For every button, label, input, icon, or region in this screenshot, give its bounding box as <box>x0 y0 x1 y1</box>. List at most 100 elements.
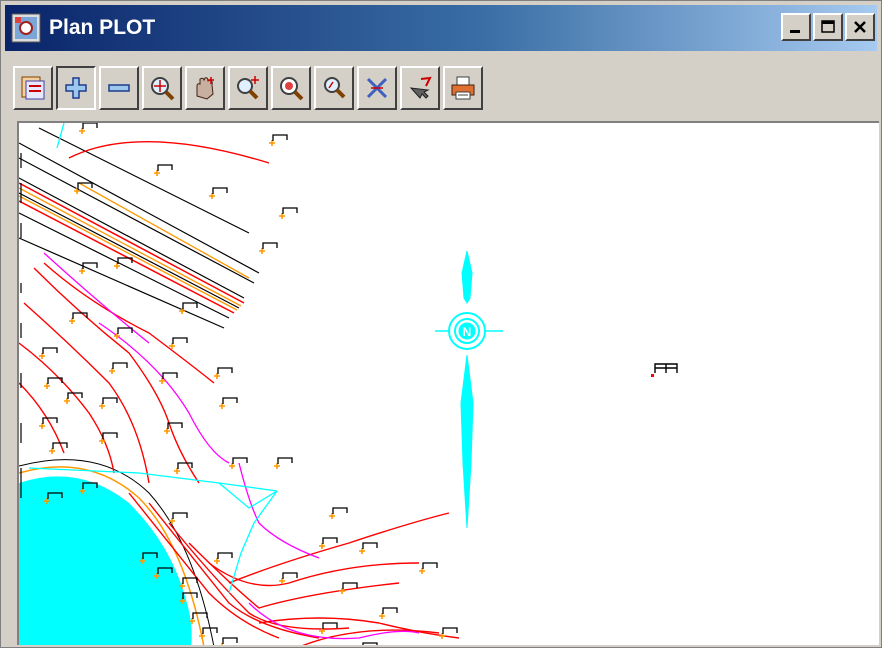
spot-label-marker <box>382 607 398 614</box>
spot-plus-marker <box>154 170 160 176</box>
close-button[interactable] <box>845 13 875 41</box>
plot-menu-icon <box>21 76 45 100</box>
remove-button[interactable] <box>99 66 139 110</box>
spot-plus-marker <box>274 463 280 469</box>
spot-label-marker <box>362 642 378 645</box>
spot-label-marker <box>222 637 238 644</box>
minimize-button[interactable] <box>781 13 811 41</box>
spot-plus-marker <box>221 643 223 645</box>
spot-plus-marker <box>174 468 180 474</box>
spot-plus-marker <box>79 268 85 274</box>
pick-arrow-icon <box>409 76 432 99</box>
zoom-window-icon <box>280 77 304 101</box>
spot-plus-marker <box>69 318 75 324</box>
north-arrow: N <box>435 250 503 529</box>
plan-drawing: N <box>19 123 678 645</box>
spot-plus-marker <box>214 558 220 564</box>
spot-label-marker <box>82 123 98 129</box>
north-label: N <box>463 325 472 339</box>
spot-label-marker <box>422 562 438 569</box>
zoom-out-button[interactable] <box>314 66 354 110</box>
zoom-in-button[interactable] <box>228 66 268 110</box>
spot-label-marker <box>162 372 178 379</box>
spot-label-marker <box>102 432 118 439</box>
spot-label-marker <box>362 542 378 549</box>
spot-plus-marker <box>199 633 205 639</box>
zoom-out-icon <box>324 77 346 99</box>
spot-plus-marker <box>214 373 220 379</box>
spot-plus-marker <box>114 263 120 269</box>
spot-plus-marker <box>39 353 45 359</box>
toolbar <box>13 61 483 115</box>
spot-plus-marker <box>329 513 335 519</box>
minimize-icon <box>790 30 800 33</box>
spot-label-marker <box>332 507 348 514</box>
spot-label-marker <box>322 537 338 544</box>
zoom-window-button[interactable] <box>271 66 311 110</box>
pan-hand-icon <box>196 77 214 100</box>
spot-label-marker <box>232 457 248 464</box>
spot-label-marker <box>442 627 458 634</box>
maximize-button[interactable] <box>813 13 843 41</box>
plan-plot-window: Plan PLOT N <box>0 0 882 648</box>
spot-label-marker <box>222 397 238 404</box>
cancel-button[interactable] <box>357 66 397 110</box>
spot-label-marker <box>217 552 233 559</box>
spot-label-marker <box>182 577 198 584</box>
plus-icon <box>65 77 87 99</box>
spot-plus-marker <box>269 140 275 146</box>
spot-plus-marker <box>319 543 325 549</box>
spot-plus-marker <box>64 398 70 404</box>
zoom-in-icon <box>237 76 259 100</box>
spot-plus-marker <box>39 423 45 429</box>
zoom-extents-icon <box>151 77 175 101</box>
pan-button[interactable] <box>185 66 225 110</box>
spot-plus-marker <box>49 448 55 454</box>
add-button[interactable] <box>56 66 96 110</box>
spot-plus-marker <box>74 188 80 194</box>
spot-plus-marker <box>259 248 265 254</box>
spot-label-marker <box>172 512 188 519</box>
maximize-icon <box>821 20 835 33</box>
spot-plus-marker <box>219 403 225 409</box>
spot-label-marker <box>117 327 133 334</box>
close-icon <box>854 21 866 33</box>
app-icon[interactable] <box>11 13 41 43</box>
spot-label-marker <box>172 337 188 344</box>
spot-plus-marker <box>379 613 385 619</box>
spot-label-marker <box>217 367 233 374</box>
road-corridor <box>19 127 260 329</box>
plan-canvas[interactable]: N <box>17 121 879 645</box>
spot-label-marker <box>212 187 228 194</box>
spot-plus-marker <box>359 548 365 554</box>
spot-plus-marker <box>109 368 115 374</box>
spot-label-marker <box>112 362 128 369</box>
spot-plus-marker <box>209 193 215 199</box>
spot-label-marker <box>277 457 293 464</box>
spot-plus-marker <box>419 568 425 574</box>
spot-label-marker <box>282 572 298 579</box>
spot-label-marker <box>192 612 208 619</box>
spot-label-marker <box>262 242 278 249</box>
spot-plus-marker <box>99 403 105 409</box>
spot-plus-marker <box>164 428 170 434</box>
window-title: Plan PLOT <box>49 16 156 39</box>
zoom-extents-button[interactable] <box>142 66 182 110</box>
print-button[interactable] <box>443 66 483 110</box>
spot-plus-marker <box>279 213 285 219</box>
spot-plus-marker <box>339 588 345 594</box>
cancel-cross-icon <box>366 77 388 99</box>
isolated-marker <box>651 363 678 377</box>
title-bar[interactable]: Plan PLOT <box>5 5 877 51</box>
minus-icon <box>108 84 130 92</box>
spot-label-marker <box>102 397 118 404</box>
pick-button[interactable] <box>400 66 440 110</box>
spot-label-marker <box>272 134 288 141</box>
spot-label-marker <box>282 207 298 214</box>
spot-plus-marker <box>279 578 285 584</box>
spot-label-marker <box>182 302 198 309</box>
spot-plus-marker <box>439 633 445 639</box>
spot-label-marker <box>42 347 58 354</box>
plot-menu-button[interactable] <box>13 66 53 110</box>
printer-icon <box>451 76 475 100</box>
